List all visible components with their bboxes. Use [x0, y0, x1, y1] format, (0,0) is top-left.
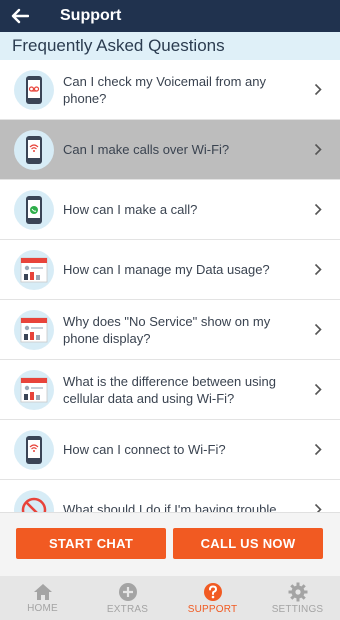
back-button[interactable]: [0, 0, 40, 32]
chevron-right-icon: [314, 323, 340, 336]
gear-icon: [288, 582, 307, 601]
chevron-right-icon: [314, 383, 340, 396]
faq-item[interactable]: Why does "No Service" show on my phone d…: [0, 300, 340, 360]
chevron-right-icon: [314, 443, 340, 456]
back-arrow-icon: [11, 8, 29, 24]
trouble-icon: [14, 489, 54, 512]
data-usage-icon: [14, 249, 54, 290]
faq-item[interactable]: What is the difference between using cel…: [0, 360, 340, 420]
nav-support[interactable]: SUPPORT: [170, 576, 255, 620]
no-service-icon: [14, 309, 54, 350]
faq-question: What should I do if I'm having trouble: [63, 502, 277, 512]
nav-label: HOME: [27, 602, 58, 614]
nav-home[interactable]: HOME: [0, 576, 85, 620]
plus-circle-icon: [118, 582, 137, 601]
chevron-right-icon: [314, 503, 340, 512]
faq-question: Can I check my Voicemail from any phone?: [63, 73, 267, 106]
faq-item[interactable]: How can I connect to Wi-Fi?: [0, 420, 340, 480]
voicemail-phone-icon: [14, 69, 54, 110]
wifi-connect-phone-icon: [14, 429, 54, 470]
call-phone-icon: [14, 189, 54, 230]
chevron-right-icon: [314, 143, 340, 156]
action-button-bar: START CHAT CALL US NOW: [0, 512, 340, 576]
faq-question: How can I manage my Data usage?: [63, 262, 270, 277]
nav-label: EXTRAS: [106, 603, 149, 615]
question-circle-icon: [203, 582, 222, 601]
faq-list[interactable]: Can I check my Voicemail from any phone?…: [0, 60, 340, 512]
nav-settings[interactable]: SETTINGS: [255, 576, 340, 620]
start-chat-button[interactable]: START CHAT: [16, 528, 166, 559]
faq-item[interactable]: What should I do if I'm having trouble: [0, 480, 340, 512]
bottom-nav: HOME EXTRAS SUPPORT SETTINGS: [0, 576, 340, 620]
faq-question: Can I make calls over Wi-Fi?: [63, 142, 230, 157]
nav-label: SETTINGS: [271, 603, 324, 615]
chevron-right-icon: [314, 203, 340, 216]
page-title: Support: [60, 7, 122, 24]
chevron-right-icon: [314, 263, 340, 276]
cellular-vs-wifi-icon: [14, 369, 54, 410]
faq-question: How can I connect to Wi-Fi?: [63, 442, 226, 457]
faq-item[interactable]: How can I make a call?: [0, 180, 340, 240]
chevron-right-icon: [314, 83, 340, 96]
faq-section-title: Frequently Asked Questions: [12, 36, 225, 55]
faq-item[interactable]: Can I make calls over Wi-Fi?: [0, 120, 340, 180]
call-us-now-button[interactable]: CALL US NOW: [173, 528, 323, 559]
faq-question: How can I make a call?: [63, 202, 198, 217]
home-icon: [33, 583, 52, 600]
faq-question: What is the difference between using cel…: [63, 373, 276, 406]
faq-item[interactable]: Can I check my Voicemail from any phone?: [0, 60, 340, 120]
wifi-calling-phone-icon: [14, 129, 54, 170]
faq-item[interactable]: How can I manage my Data usage?: [0, 240, 340, 300]
top-bar: Support: [0, 0, 340, 32]
nav-label: SUPPORT: [187, 603, 238, 615]
faq-section-header: Frequently Asked Questions: [0, 32, 340, 60]
nav-extras[interactable]: EXTRAS: [85, 576, 170, 620]
faq-question: Why does "No Service" show on my phone d…: [63, 313, 271, 346]
